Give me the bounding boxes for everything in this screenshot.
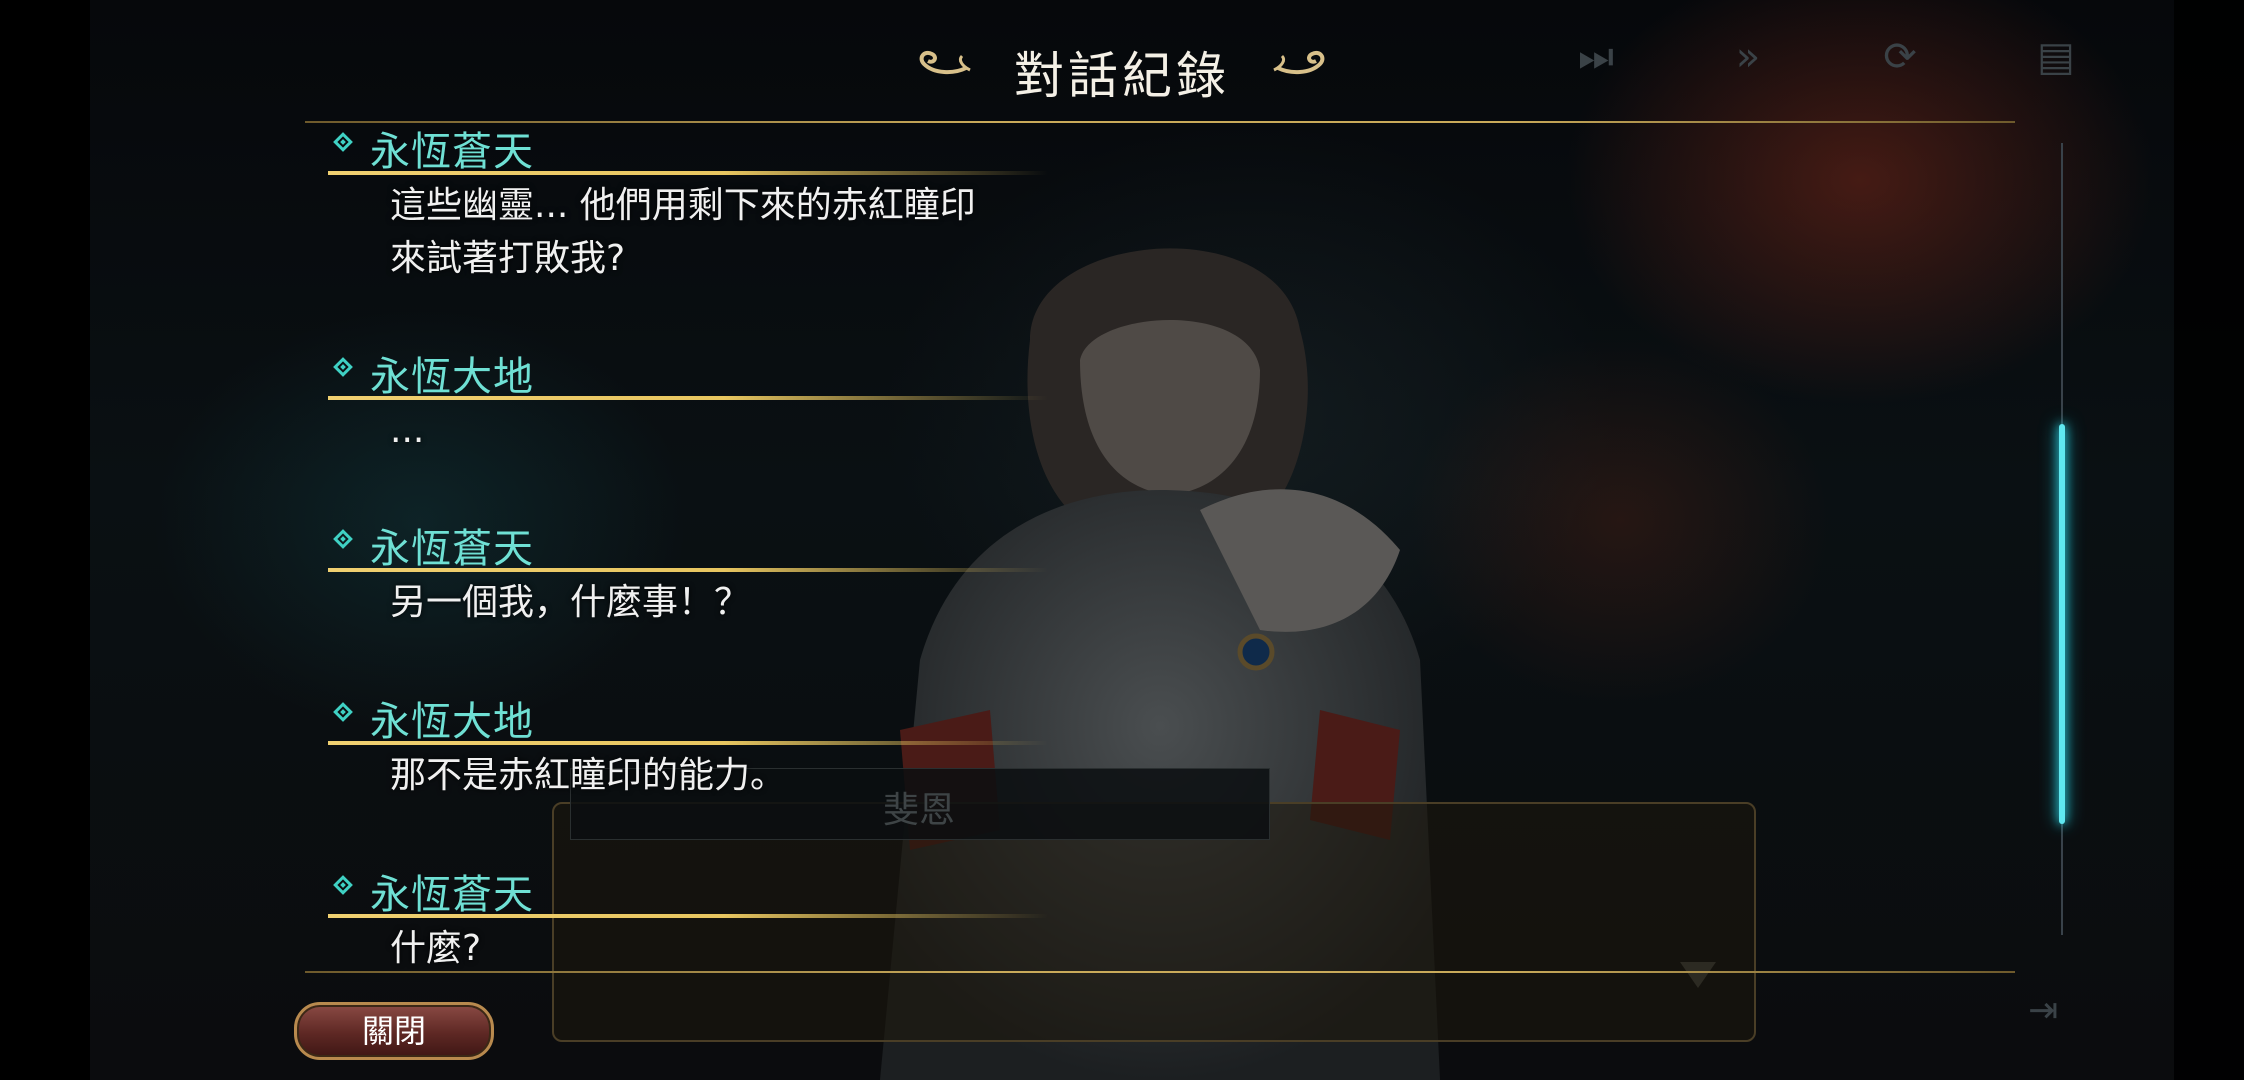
speaker-underline xyxy=(328,741,1048,745)
speaker-name: 永恆蒼天 xyxy=(370,129,534,175)
dialogue-log-list[interactable]: 永恆蒼天 這些幽靈... 他們用剩下來的赤紅瞳印 來試著打敗我? 永恆大地 ..… xyxy=(326,123,2006,969)
log-bottom-divider xyxy=(305,971,2015,973)
speaker-header: 永恆大地 xyxy=(326,693,1726,749)
speaker-header: 永恆蒼天 xyxy=(326,520,1726,576)
diamond-bullet-icon xyxy=(333,702,353,722)
log-title-bar: 對話紀錄 xyxy=(0,36,2244,108)
speaker-underline xyxy=(328,568,1048,572)
speaker-underline xyxy=(328,171,1048,175)
log-entry: 永恆大地 ... xyxy=(326,348,1726,457)
speaker-name: 永恆蒼天 xyxy=(370,526,534,572)
left-letterbox xyxy=(0,0,90,1080)
dialogue-text: ... xyxy=(390,410,425,451)
dialogue-text: 那不是赤紅瞳印的能力。 xyxy=(390,755,787,796)
speaker-header: 永恆大地 xyxy=(326,348,1726,404)
log-entry: 永恆蒼天 另一個我，什麼事！？ xyxy=(326,520,1726,629)
speaker-underline xyxy=(328,914,1048,918)
close-button[interactable]: 關閉 xyxy=(294,1002,494,1060)
dialogue-text: 什麼? xyxy=(390,928,482,969)
speaker-name: 永恆蒼天 xyxy=(370,872,534,918)
speaker-name: 永恆大地 xyxy=(370,354,534,400)
speaker-underline xyxy=(328,396,1048,400)
diamond-bullet-icon xyxy=(333,357,353,377)
log-title: 對話紀錄 xyxy=(1014,47,1230,105)
diamond-bullet-icon xyxy=(333,529,353,549)
scroll-ornament-icon xyxy=(1273,51,1325,75)
diamond-bullet-icon xyxy=(333,875,353,895)
scroll-ornament-icon xyxy=(919,51,971,75)
log-entry: 永恆蒼天 什麼? xyxy=(326,866,1726,969)
log-entry: 永恆蒼天 這些幽靈... 他們用剩下來的赤紅瞳印 來試著打敗我? xyxy=(326,123,1726,285)
speaker-header: 永恆蒼天 xyxy=(326,123,1726,179)
speaker-header: 永恆蒼天 xyxy=(326,866,1726,922)
log-scrollbar-thumb[interactable] xyxy=(2059,424,2065,824)
diamond-bullet-icon xyxy=(333,132,353,152)
dialogue-text: 另一個我，什麼事！？ xyxy=(390,582,751,623)
speaker-name: 永恆大地 xyxy=(370,699,534,745)
log-entry: 永恆大地 那不是赤紅瞳印的能力。 xyxy=(326,693,1726,802)
skip-to-end-icon[interactable]: ⇥ xyxy=(2028,990,2058,1031)
right-letterbox xyxy=(2174,0,2244,1080)
dialogue-text: 這些幽靈... 他們用剩下來的赤紅瞳印 來試著打敗我? xyxy=(390,185,976,279)
